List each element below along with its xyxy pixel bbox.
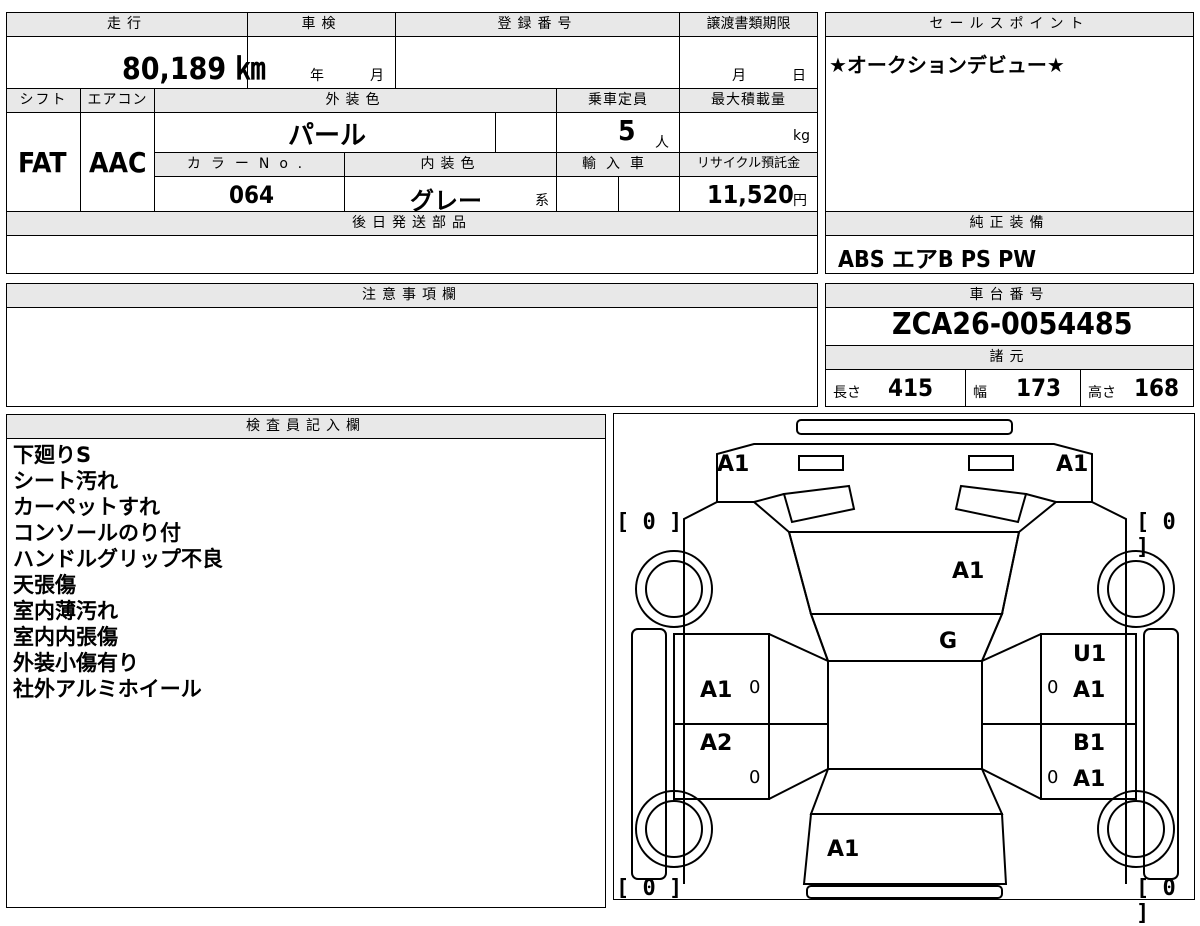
inspector-note: シート汚れ — [13, 469, 118, 493]
mileage-header: 走行 — [6, 12, 248, 37]
right-front-door-top-mark: U1 — [1073, 642, 1107, 667]
reg-no-header: 登録番号 — [395, 12, 680, 37]
inspector-notes: 下廻りS シート汚れ カーペットすれ コンソールのり付 ハンドルグリップ不良 天… — [6, 438, 606, 908]
capacity-unit: 人 — [655, 135, 669, 151]
inspector-note: 室内薄汚れ — [13, 599, 118, 623]
int-color-suffix: 系 — [535, 193, 549, 209]
later-parts-cell — [6, 235, 818, 274]
color-no-header: カラーNo. — [154, 152, 345, 177]
notes-cell — [6, 307, 818, 407]
capacity-header: 乗車定員 — [556, 88, 680, 113]
inspector-note: 天張傷 — [13, 573, 76, 597]
length-value: 415 — [888, 374, 934, 402]
inspector-note: 社外アルミホイール — [13, 677, 202, 701]
rear-mark: A1 — [827, 837, 860, 862]
shaken-month-unit: 月 — [370, 68, 384, 84]
right-front-zero: 0 — [1047, 677, 1059, 698]
right-rear-zero: 0 — [1047, 767, 1059, 788]
transfer-header: 譲渡書類期限 — [679, 12, 818, 37]
int-color-header: 内装色 — [344, 152, 557, 177]
max-load-header: 最大積載量 — [679, 88, 818, 113]
length-label: 長さ — [833, 385, 861, 401]
height-value: 168 — [1134, 374, 1180, 402]
front-left-mark: A1 — [717, 452, 750, 477]
windshield-mark: G — [939, 629, 958, 654]
max-load-unit: kg — [793, 128, 810, 144]
width-label: 幅 — [973, 385, 987, 401]
recycle-unit: 円 — [793, 193, 807, 209]
height-label: 高さ — [1088, 385, 1116, 401]
shift-value: FAT — [18, 146, 67, 179]
aircon-value: AAC — [89, 146, 147, 179]
tire-rear-left-mark: [ 0 ] — [616, 876, 683, 901]
inspector-header: 検査員記入欄 — [6, 414, 606, 439]
recycle-header: リサイクル預託金 — [679, 152, 818, 177]
shift-header: シフト — [6, 88, 81, 113]
recycle-value: 11,520 — [707, 180, 794, 209]
aircon-header: エアコン — [80, 88, 155, 113]
sales-point-header: セールスポイント — [825, 12, 1194, 37]
right-rear-door-mark: A1 — [1073, 767, 1106, 792]
left-front-door-mark: A1 — [700, 678, 733, 703]
car-outline-diagram — [631, 419, 1179, 899]
front-right-mark: A1 — [1056, 452, 1089, 477]
inspector-note: 室内内張傷 — [13, 625, 118, 649]
tire-front-left-mark: [ 0 ] — [616, 510, 683, 535]
right-rear-door-top-mark: B1 — [1073, 731, 1106, 756]
left-front-zero: 0 — [749, 677, 761, 698]
import-cell-a — [556, 176, 619, 212]
inspector-note: ハンドルグリップ不良 — [13, 547, 223, 571]
tire-rear-right-mark: [ 0 ] — [1136, 876, 1176, 926]
hood-mark: A1 — [952, 559, 985, 584]
import-header: 輸入車 — [556, 152, 680, 177]
color-no-value: 064 — [229, 181, 275, 209]
width-value: 173 — [1016, 374, 1062, 402]
chassis-number: ZCA26-0054485 — [892, 307, 1133, 342]
ext-color-extra-cell — [495, 112, 557, 153]
inspector-note: 外装小傷有り — [13, 651, 139, 675]
import-cell-b — [618, 176, 680, 212]
inspector-note: カーペットすれ — [13, 495, 160, 519]
sales-point-text: ★オークションデビュー★ — [829, 53, 1065, 77]
transfer-day-unit: 日 — [792, 68, 806, 84]
ext-color-value: パール — [288, 121, 367, 151]
ext-color-header: 外装色 — [154, 88, 557, 113]
damage-diagram: A1 A1 A1 G U1 A1 A1 A2 B1 A1 A1 [ 0 ] [ … — [613, 413, 1195, 926]
inspector-note: 下廻りS — [13, 443, 92, 467]
tire-front-right-mark: [ 0 ] — [1136, 510, 1176, 560]
capacity-value: 5 — [618, 114, 636, 147]
dimensions-header: 諸元 — [825, 345, 1194, 370]
inspector-note: コンソールのり付 — [13, 521, 181, 545]
shaken-header: 車検 — [247, 12, 396, 37]
genuine-equipment-header: 純正装備 — [825, 211, 1194, 236]
chassis-header: 車台番号 — [825, 283, 1194, 308]
right-front-door-mark: A1 — [1073, 678, 1106, 703]
mileage-value: 80,189 ㎞ — [122, 52, 266, 87]
later-parts-header: 後日発送部品 — [6, 211, 818, 236]
reg-no-cell — [395, 36, 680, 89]
notes-header: 注意事項欄 — [6, 283, 818, 308]
left-rear-zero: 0 — [749, 767, 761, 788]
transfer-month-unit: 月 — [732, 68, 746, 84]
genuine-equipment-text: ABS エアB PS PW — [838, 247, 1037, 273]
shaken-year-unit: 年 — [310, 68, 324, 84]
left-rear-door-mark: A2 — [700, 731, 733, 756]
